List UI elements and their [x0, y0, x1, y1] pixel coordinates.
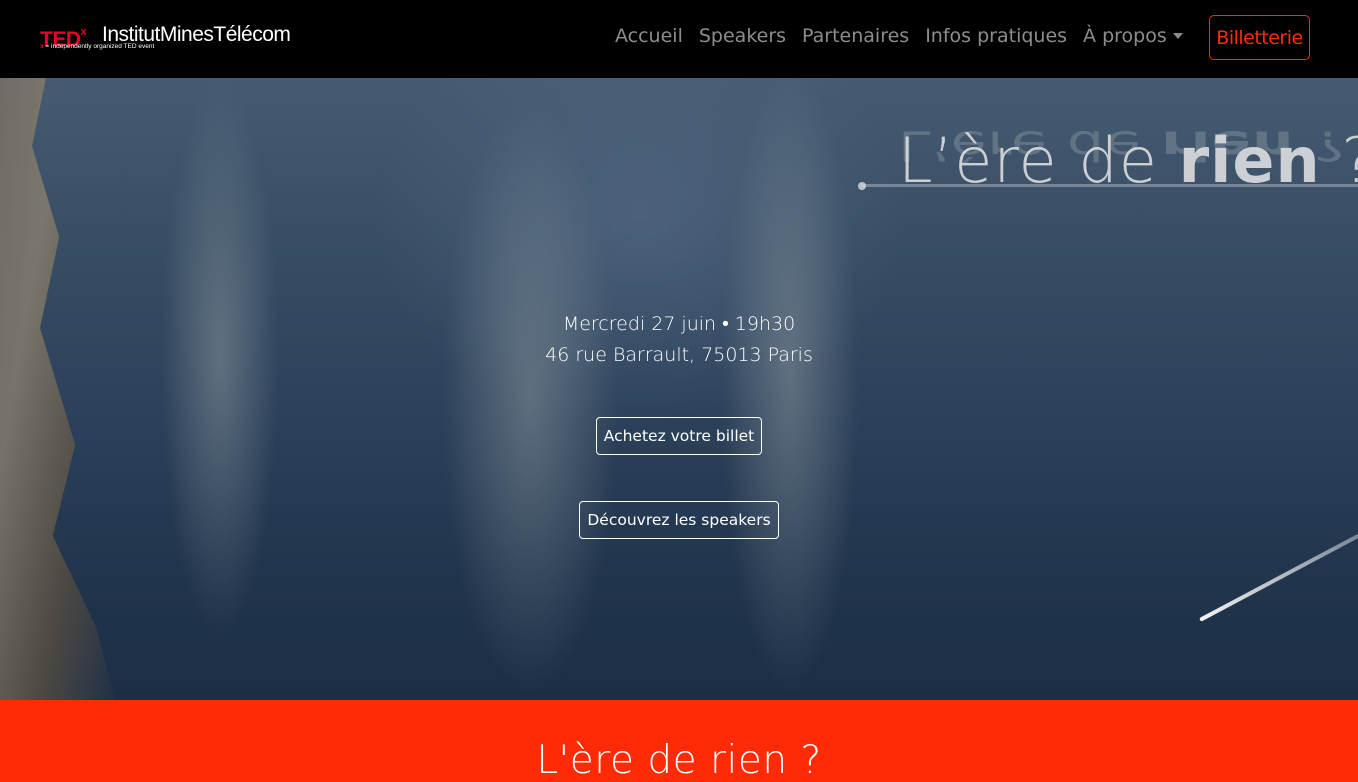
main-nav: Accueil Speakers Partenaires Infos prati…: [615, 22, 1183, 50]
nav-link-speakers[interactable]: Speakers: [699, 22, 786, 50]
tedx-logo[interactable]: TEDx InstitutMinesTélécom x = independen…: [40, 22, 310, 54]
section-title: L'ère de rien ?: [536, 738, 822, 782]
hero-title-dot: [858, 182, 866, 190]
hero-banner: L’ère de rien ? L’ère de rien ? Mercredi…: [0, 78, 1358, 700]
ticket-button[interactable]: Billetterie: [1209, 15, 1310, 60]
nav-link-accueil[interactable]: Accueil: [615, 22, 683, 50]
nav-link-partenaires[interactable]: Partenaires: [802, 22, 909, 50]
caret-down-icon: [1172, 33, 1183, 39]
nav-dropdown-label: À propos: [1083, 25, 1167, 47]
hero-title-reflection: L’ère de rien ?: [898, 121, 1346, 170]
navbar: TEDx InstitutMinesTélécom x = independen…: [0, 0, 1358, 78]
event-info: Mercredi 27 juin • 19h30 46 rue Barrault…: [0, 309, 1358, 371]
buy-ticket-button[interactable]: Achetez votre billet: [596, 417, 762, 455]
nav-link-infos-pratiques[interactable]: Infos pratiques: [925, 22, 1067, 50]
nav-dropdown-a-propos[interactable]: À propos: [1083, 22, 1183, 50]
event-address: 46 rue Barrault, 75013 Paris: [545, 344, 813, 366]
event-date: Mercredi 27 juin • 19h30: [562, 313, 796, 335]
logo-tagline: x = independently organized TED event: [40, 43, 155, 50]
discover-speakers-button[interactable]: Découvrez les speakers: [579, 501, 779, 539]
theme-section: L'ère de rien ?: [0, 700, 1358, 782]
